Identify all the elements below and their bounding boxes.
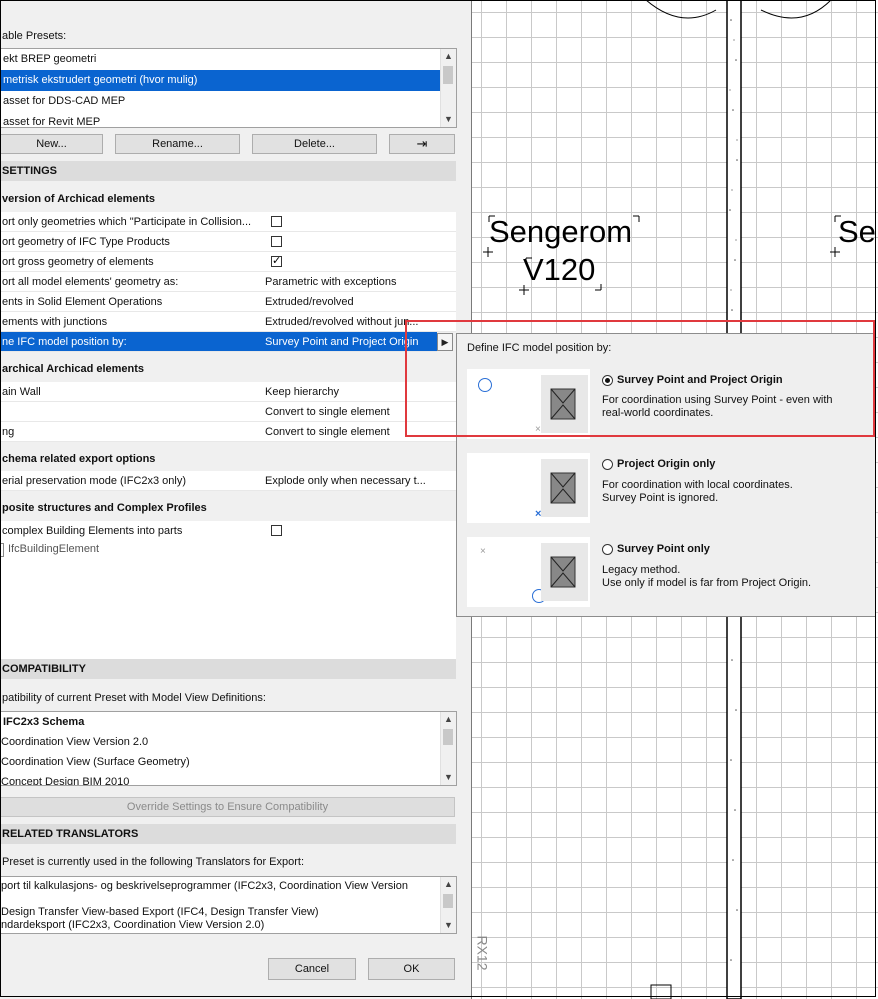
- translators-section-header: RELATED TRANSLATORS: [0, 824, 456, 844]
- setting-value[interactable]: Parametric with exceptions: [265, 272, 435, 292]
- tree-toggle-icon[interactable]: [0, 543, 4, 557]
- presets-header: able Presets:: [2, 30, 67, 42]
- setting-label: ne IFC model position by:: [2, 336, 127, 348]
- mvd-list[interactable]: IFC2x3 Schema Coordination View Version …: [0, 711, 457, 786]
- ok-button[interactable]: OK: [368, 958, 455, 980]
- override-settings-button[interactable]: Override Settings to Ensure Compatibilit…: [0, 797, 455, 817]
- hierarchical-group-title: archical Archicad elements: [2, 363, 145, 375]
- side-dimension-text: RX12: [474, 935, 491, 971]
- cancel-button[interactable]: Cancel: [268, 958, 356, 980]
- translators-scrollbar[interactable]: ▲ ▼: [440, 877, 456, 933]
- preset-item[interactable]: asset for DDS-CAD MEP: [1, 91, 456, 112]
- option-radio[interactable]: [602, 459, 613, 470]
- presets-list[interactable]: ekt BREP geometri metrisk ekstrudert geo…: [0, 48, 457, 128]
- setting-checkbox[interactable]: [271, 216, 282, 227]
- composite-area: complex Building Elements into parts Ifc…: [0, 521, 456, 661]
- translator-item[interactable]: Design Transfer View-based Export (IFC4,…: [1, 906, 456, 919]
- setting-label: complex Building Elements into parts: [2, 525, 183, 537]
- mvd-item[interactable]: Concept Design BIM 2010: [1, 772, 456, 785]
- option-description: Legacy method.: [602, 564, 681, 576]
- project-origin-icon: ×: [480, 546, 486, 557]
- mvd-item[interactable]: Coordination View (Surface Geometry): [1, 752, 456, 772]
- room-number-label[interactable]: V120: [523, 254, 595, 285]
- building-icon: [541, 543, 588, 601]
- scroll-thumb[interactable]: [443, 729, 453, 745]
- setting-label: erial preservation mode (IFC2x3 only): [2, 475, 187, 487]
- setting-label: ort only geometries which "Participate i…: [2, 216, 252, 228]
- tree-item-label[interactable]: IfcBuildingElement: [8, 543, 99, 555]
- preset-item-selected[interactable]: metrisk ekstrudert geometri (hvor mulig): [1, 70, 441, 91]
- setting-label: ain Wall: [2, 386, 41, 398]
- setting-row[interactable]: ort all model elements' geometry as: Par…: [0, 272, 456, 292]
- room-name-label[interactable]: Sengerom: [489, 216, 632, 247]
- mvd-scrollbar[interactable]: ▲ ▼: [440, 712, 456, 785]
- setting-row[interactable]: erial preservation mode (IFC2x3 only) Ex…: [0, 471, 456, 491]
- setting-label: ents in Solid Element Operations: [2, 296, 163, 308]
- setting-checkbox-checked[interactable]: [271, 254, 282, 267]
- scroll-thumb[interactable]: [443, 66, 453, 84]
- setting-row[interactable]: ents in Solid Element Operations Extrude…: [0, 292, 456, 312]
- ifc-translator-dialog: able Presets: ekt BREP geometri metrisk …: [0, 0, 472, 999]
- mvd-item[interactable]: Coordination View Version 2.0: [1, 732, 456, 752]
- setting-label: ort geometry of IFC Type Products: [2, 236, 170, 248]
- compatibility-section-header: COMPATIBILITY: [0, 659, 456, 679]
- import-icon: ⇥: [416, 136, 428, 151]
- setting-row[interactable]: ain Wall Keep hierarchy: [0, 382, 456, 402]
- option-description: Use only if model is far from Project Or…: [602, 577, 812, 589]
- scroll-down-icon[interactable]: ▼: [441, 918, 456, 933]
- scroll-thumb[interactable]: [443, 894, 453, 908]
- schema-group-title: chema related export options: [2, 453, 156, 465]
- preset-item[interactable]: ekt BREP geometri: [1, 49, 456, 70]
- scroll-down-icon[interactable]: ▼: [441, 112, 456, 127]
- setting-row[interactable]: Convert to single element: [0, 402, 456, 422]
- scroll-up-icon[interactable]: ▲: [441, 712, 456, 727]
- option-description: For coordination with local coordinates.: [602, 479, 793, 491]
- option-illustration[interactable]: ×: [467, 453, 590, 523]
- setting-label: ng: [2, 426, 15, 438]
- setting-row-selected[interactable]: ne IFC model position by: Survey Point a…: [0, 332, 437, 352]
- composite-group-title: posite structures and Complex Profiles: [2, 502, 207, 514]
- translator-item[interactable]: [1, 893, 456, 906]
- setting-value[interactable]: Explode only when necessary t...: [265, 471, 435, 491]
- setting-value[interactable]: Extruded/revolved: [265, 292, 435, 312]
- compatibility-intro: patibility of current Preset with Model …: [2, 692, 266, 704]
- option-radio[interactable]: [602, 544, 613, 555]
- delete-preset-button[interactable]: Delete...: [252, 134, 377, 154]
- scroll-up-icon[interactable]: ▲: [441, 877, 456, 892]
- option-description: Survey Point is ignored.: [602, 492, 719, 504]
- setting-row[interactable]: ort gross geometry of elements: [0, 252, 456, 272]
- translators-list[interactable]: port til kalkulasjons- og beskrivelsepro…: [0, 876, 457, 934]
- rename-preset-button[interactable]: Rename...: [115, 134, 240, 154]
- setting-checkbox[interactable]: [271, 236, 282, 247]
- mvd-item-schema[interactable]: IFC2x3 Schema: [1, 712, 456, 732]
- setting-row[interactable]: ng Convert to single element: [0, 422, 456, 442]
- setting-label: ort gross geometry of elements: [2, 256, 154, 268]
- option-title[interactable]: Project Origin only: [617, 458, 715, 470]
- scroll-down-icon[interactable]: ▼: [441, 770, 456, 785]
- building-icon: [541, 459, 588, 517]
- option-illustration[interactable]: ×: [467, 537, 590, 607]
- translator-item[interactable]: ndardeksport (IFC2x3, Coordination View …: [1, 919, 456, 932]
- preset-item[interactable]: asset for Revit MEP: [1, 112, 456, 127]
- setting-checkbox[interactable]: [271, 525, 282, 536]
- settings-section-header: SETTINGS: [0, 161, 456, 181]
- scroll-up-icon[interactable]: ▲: [441, 49, 456, 64]
- setting-label: ements with junctions: [2, 316, 108, 328]
- annotation-highlight-box: [405, 320, 875, 437]
- option-title[interactable]: Survey Point only: [617, 543, 710, 555]
- room-name-label-2[interactable]: Se: [838, 216, 876, 247]
- setting-label: ort all model elements' geometry as:: [2, 276, 179, 288]
- import-preset-button[interactable]: ⇥: [389, 134, 455, 154]
- setting-row[interactable]: ort only geometries which "Participate i…: [0, 212, 456, 232]
- presets-scrollbar[interactable]: ▲ ▼: [440, 49, 456, 127]
- translator-item[interactable]: port til kalkulasjons- og beskrivelsepro…: [1, 880, 456, 893]
- setting-row[interactable]: ort geometry of IFC Type Products: [0, 232, 456, 252]
- translators-intro: Preset is currently used in the followin…: [2, 856, 305, 868]
- conversion-group-title: version of Archicad elements: [2, 193, 156, 205]
- new-preset-button[interactable]: New...: [0, 134, 103, 154]
- setting-row[interactable]: ements with junctions Extruded/revolved …: [0, 312, 456, 332]
